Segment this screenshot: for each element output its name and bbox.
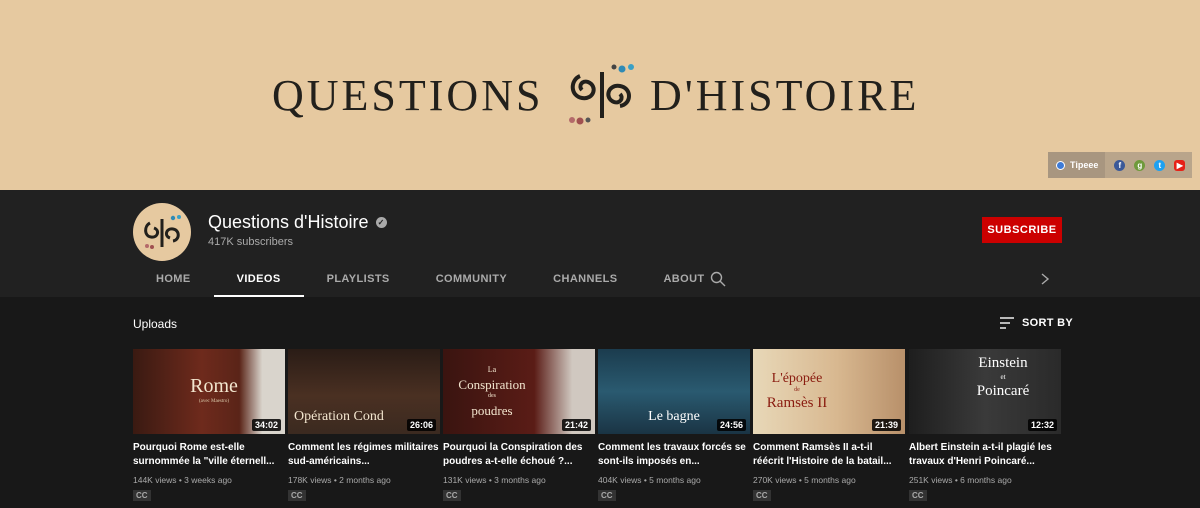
banner-word-questions: QUESTIONS xyxy=(272,71,544,120)
thumbnail-text: L'épopée xyxy=(771,371,823,386)
video-duration: 34:02 xyxy=(251,419,281,431)
subscribe-button[interactable]: SUBSCRIBE xyxy=(982,217,1062,243)
thumbnail-text: Poincaré xyxy=(976,383,1030,399)
avatar-logo-icon xyxy=(144,215,181,249)
thumbnail-text: Le bagne xyxy=(648,409,700,424)
video-meta: 404K views • 5 months ago xyxy=(598,475,701,485)
channel-name-text: Questions d'Histoire xyxy=(208,212,369,232)
video-duration: 24:56 xyxy=(716,419,746,431)
cc-badge: CC xyxy=(753,490,771,501)
search-icon[interactable] xyxy=(710,271,726,287)
video-duration: 12:32 xyxy=(1027,419,1057,431)
banner-word-histoire: D'HISTOIRE xyxy=(650,71,920,120)
tab-community[interactable]: COMMUNITY xyxy=(413,260,530,297)
thumbnail-text: des xyxy=(488,393,496,399)
section-title: Uploads xyxy=(133,317,178,331)
banner-links: Tipeee f g t ▶ xyxy=(1048,152,1192,178)
video-card[interactable]: Einstein et Poincaré 12:32 Albert Einste… xyxy=(909,349,1061,503)
avatar[interactable] xyxy=(133,203,191,261)
video-views: 178K views xyxy=(288,475,332,485)
video-views: 404K views xyxy=(598,475,642,485)
videos-section: Uploads SORT BY Rome (avec Maestro) 34:0… xyxy=(0,297,1200,508)
video-title[interactable]: Comment les travaux forcés se sont-ils i… xyxy=(598,441,750,469)
tab-home[interactable]: HOME xyxy=(133,260,214,297)
thumbnail-text: poudres xyxy=(471,403,513,418)
video-thumbnail[interactable]: La Conspiration des poudres 21:42 xyxy=(443,349,595,434)
thumbnail-text: Rome xyxy=(190,375,238,397)
sort-icon xyxy=(1000,317,1014,329)
video-card[interactable]: Opération Cond 26:06 Comment les régimes… xyxy=(288,349,440,503)
video-card[interactable]: La Conspiration des poudres 21:42 Pourqu… xyxy=(443,349,595,503)
thumbnail-text: de xyxy=(794,387,800,393)
cc-badge: CC xyxy=(288,490,306,501)
video-thumbnail[interactable]: Rome (avec Maestro) 34:02 xyxy=(133,349,285,434)
tipeee-link[interactable]: Tipeee xyxy=(1048,152,1106,178)
video-age: 6 months ago xyxy=(960,475,1012,485)
thumbnail-text: Ramsès II xyxy=(766,395,828,411)
video-meta: 251K views • 6 months ago xyxy=(909,475,1012,485)
thumbnail-subtext: (avec Maestro) xyxy=(198,399,230,404)
video-duration: 21:42 xyxy=(561,419,591,431)
banner-title: QUESTIONS D'HISTOIRE xyxy=(0,62,1200,126)
video-age: 5 months ago xyxy=(804,475,856,485)
facebook-icon[interactable]: f xyxy=(1114,159,1126,171)
google-plus-icon[interactable]: g xyxy=(1134,159,1146,171)
youtube-icon[interactable]: ▶ xyxy=(1174,159,1186,171)
video-age: 3 months ago xyxy=(494,475,546,485)
video-title[interactable]: Comment les régimes militaires sud-améri… xyxy=(288,441,440,469)
video-views: 270K views xyxy=(753,475,797,485)
thumbnail-text: et xyxy=(1000,373,1006,381)
video-card[interactable]: Rome (avec Maestro) 34:02 Pourquoi Rome … xyxy=(133,349,285,503)
tab-playlists[interactable]: PLAYLISTS xyxy=(304,260,413,297)
twitter-icon[interactable]: t xyxy=(1154,159,1166,171)
tab-channels[interactable]: CHANNELS xyxy=(530,260,640,297)
thumbnail-text: Einstein xyxy=(978,355,1028,371)
tipeee-icon xyxy=(1056,160,1065,170)
sort-label: SORT BY xyxy=(1022,317,1073,329)
video-duration: 26:06 xyxy=(406,419,436,431)
cc-badge: CC xyxy=(909,490,927,501)
subscriber-count: 417K subscribers xyxy=(208,236,293,248)
video-thumbnail[interactable]: Opération Cond 26:06 xyxy=(288,349,440,434)
video-meta: 131K views • 3 months ago xyxy=(443,475,546,485)
video-duration: 21:39 xyxy=(871,419,901,431)
video-thumbnail[interactable]: L'épopée de Ramsès II 21:39 xyxy=(753,349,905,434)
video-age: 2 months ago xyxy=(339,475,391,485)
video-meta: 178K views • 2 months ago xyxy=(288,475,391,485)
sort-by-button[interactable]: SORT BY xyxy=(1000,317,1073,329)
video-meta: 270K views • 5 months ago xyxy=(753,475,856,485)
cc-badge: CC xyxy=(133,490,151,501)
video-title[interactable]: Pourquoi Rome est-elle surnommée la "vil… xyxy=(133,441,285,469)
tab-videos[interactable]: VIDEOS xyxy=(213,260,304,297)
banner-logo-icon xyxy=(569,64,634,125)
video-thumbnail[interactable]: Le bagne 24:56 xyxy=(598,349,750,434)
video-title[interactable]: Pourquoi la Conspiration des poudres a-t… xyxy=(443,441,595,469)
thumbnail-text: Conspiration xyxy=(458,377,526,392)
video-views: 144K views xyxy=(133,475,177,485)
video-card[interactable]: Le bagne 24:56 Comment les travaux forcé… xyxy=(598,349,750,503)
video-age: 3 weeks ago xyxy=(184,475,232,485)
video-views: 131K views xyxy=(443,475,487,485)
video-age: 5 months ago xyxy=(649,475,701,485)
video-title[interactable]: Albert Einstein a-t-il plagié les travau… xyxy=(909,441,1061,469)
thumbnail-text: La xyxy=(487,365,497,374)
channel-header: Questions d'Histoire ✓ 417K subscribers … xyxy=(0,190,1200,297)
video-thumbnail[interactable]: Einstein et Poincaré 12:32 xyxy=(909,349,1061,434)
video-card[interactable]: L'épopée de Ramsès II 21:39 Comment Rams… xyxy=(753,349,905,503)
chevron-right-icon[interactable] xyxy=(1038,271,1052,287)
video-meta: 144K views • 3 weeks ago xyxy=(133,475,232,485)
channel-tabs: HOME VIDEOS PLAYLISTS COMMUNITY CHANNELS… xyxy=(133,260,728,297)
tipeee-label: Tipeee xyxy=(1070,160,1099,170)
cc-badge: CC xyxy=(443,490,461,501)
video-title[interactable]: Comment Ramsès II a-t-il réécrit l'Histo… xyxy=(753,441,905,469)
video-views: 251K views xyxy=(909,475,953,485)
verified-check-icon: ✓ xyxy=(375,217,387,228)
cc-badge: CC xyxy=(598,490,616,501)
channel-banner: QUESTIONS D'HISTOIRE Tipeee f g t ▶ xyxy=(0,0,1200,190)
channel-name: Questions d'Histoire ✓ xyxy=(208,212,387,233)
